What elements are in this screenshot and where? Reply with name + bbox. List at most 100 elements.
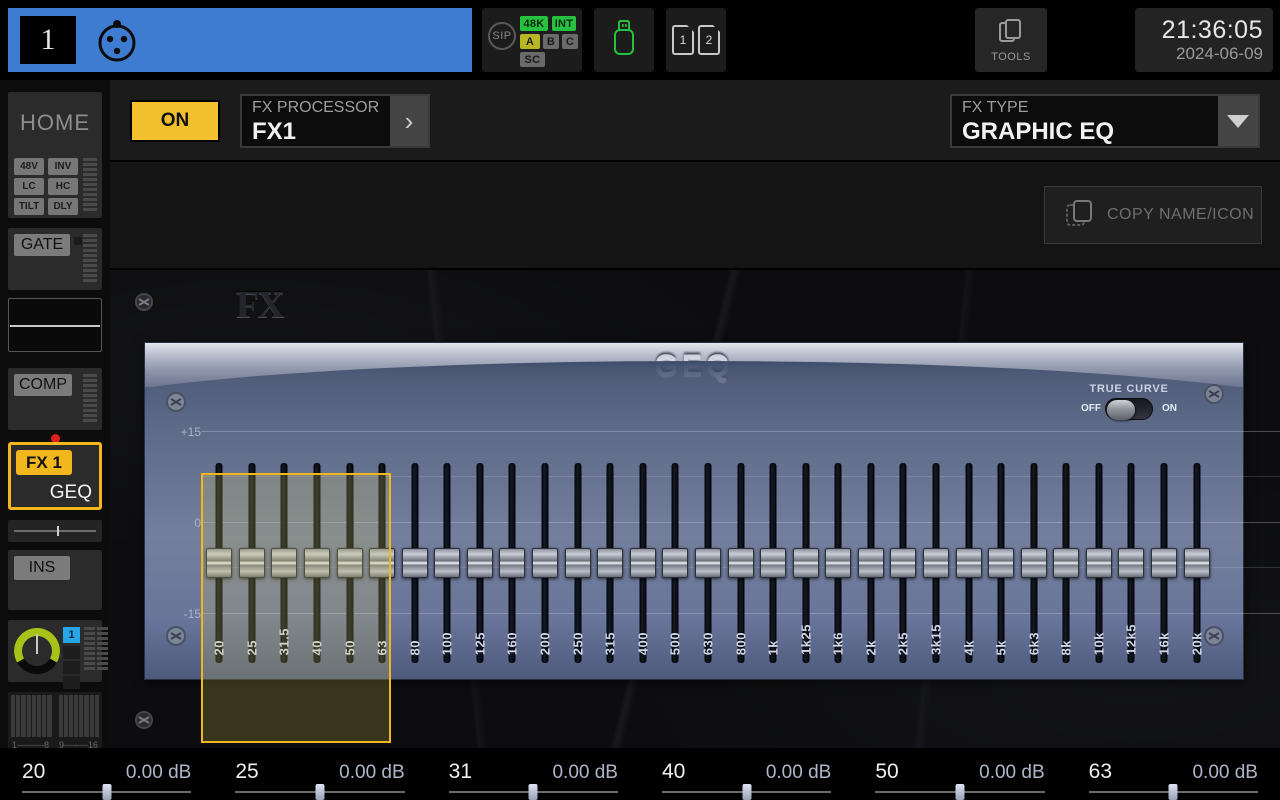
band-control-handle[interactable] — [742, 784, 751, 800]
sidebar-item-home[interactable]: HOME — [8, 92, 102, 154]
geq-band-16k[interactable]: 16k — [1148, 401, 1181, 653]
copy-name-icon-button[interactable]: COPY NAME/ICON — [1044, 186, 1262, 244]
geq-band-1k[interactable]: 1k — [757, 401, 790, 653]
geq-band-4k[interactable]: 4k — [952, 401, 985, 653]
badge-c[interactable]: C — [562, 34, 578, 49]
sip-indicator[interactable]: SIP — [488, 22, 516, 50]
band-control-handle[interactable] — [315, 784, 324, 800]
fx-type-dropdown[interactable]: FX TYPE GRAPHIC EQ — [950, 94, 1260, 148]
geq-band-400[interactable]: 400 — [627, 401, 660, 653]
fader-cap[interactable] — [206, 548, 232, 578]
fader-cap[interactable] — [728, 548, 754, 578]
geq-band-6k3[interactable]: 6k3 — [1017, 401, 1050, 653]
fx-processor-selector[interactable]: FX PROCESSOR FX1 › — [240, 94, 430, 148]
band-control-31[interactable]: 310.00 dB — [427, 748, 640, 800]
sidebar-item-preamp[interactable]: 48V INV LC HC TILT DLY — [8, 152, 102, 218]
geq-band-20k[interactable]: 20k — [1180, 401, 1213, 653]
band-control-handle[interactable] — [955, 784, 964, 800]
sidebar-item-gate[interactable]: GATE — [8, 228, 102, 290]
geq-band-12k5[interactable]: 12k5 — [1115, 401, 1148, 653]
band-control-handle[interactable] — [529, 784, 538, 800]
geq-band-80[interactable]: 80 — [398, 401, 431, 653]
sidebar-item-eq-curve[interactable] — [8, 298, 102, 352]
badge-sc[interactable]: SC — [520, 52, 545, 67]
geq-band-31.5[interactable]: 31.5 — [268, 401, 301, 653]
sidebar-item-insert[interactable]: INS — [8, 550, 102, 610]
geq-band-8k[interactable]: 8k — [1050, 401, 1083, 653]
fader-cap[interactable] — [923, 548, 949, 578]
geq-band-2k[interactable]: 2k — [855, 401, 888, 653]
fader-cap[interactable] — [499, 548, 525, 578]
channel-strip-header[interactable]: 1 — [8, 8, 472, 72]
fader-cap[interactable] — [890, 548, 916, 578]
bus-badge-1[interactable]: 1 — [63, 627, 80, 643]
geq-band-50[interactable]: 50 — [333, 401, 366, 653]
fader-cap[interactable] — [1118, 548, 1144, 578]
sidebar-item-comp[interactable]: COMP — [8, 368, 102, 430]
geq-band-630[interactable]: 630 — [692, 401, 725, 653]
fader-cap[interactable] — [760, 548, 786, 578]
geq-band-500[interactable]: 500 — [659, 401, 692, 653]
badge-48k[interactable]: 48K — [520, 16, 548, 31]
fader-cap[interactable] — [825, 548, 851, 578]
geq-band-63[interactable]: 63 — [366, 401, 399, 653]
geq-band-100[interactable]: 100 — [431, 401, 464, 653]
preamp-lc-button[interactable]: LC — [14, 178, 44, 195]
badge-int[interactable]: INT — [552, 16, 576, 31]
geq-band-25[interactable]: 25 — [236, 401, 269, 653]
geq-band-20[interactable]: 20 — [203, 401, 236, 653]
geq-band-3k15[interactable]: 3k15 — [920, 401, 953, 653]
band-control-handle[interactable] — [1169, 784, 1178, 800]
geq-band-1k25[interactable]: 1k25 — [789, 401, 822, 653]
geq-band-40[interactable]: 40 — [301, 401, 334, 653]
sidebar-item-fx1[interactable]: FX 1 GEQ — [8, 442, 102, 510]
sidebar-item-level[interactable]: 1 — [8, 620, 102, 682]
fader-cap[interactable] — [597, 548, 623, 578]
usb-panel[interactable] — [594, 8, 654, 72]
band-control-40[interactable]: 400.00 dB — [640, 748, 853, 800]
preamp-hc-button[interactable]: HC — [48, 178, 78, 195]
sidebar-item-bus-grid[interactable]: 1---------8 9--------16 — [8, 692, 102, 752]
fader-cap[interactable] — [467, 548, 493, 578]
preamp-dly-button[interactable]: DLY — [48, 198, 78, 215]
geq-band-250[interactable]: 250 — [561, 401, 594, 653]
geq-band-315[interactable]: 315 — [594, 401, 627, 653]
chevron-down-icon[interactable] — [1218, 96, 1258, 146]
pan-slider[interactable] — [8, 520, 102, 542]
geq-band-125[interactable]: 125 — [464, 401, 497, 653]
geq-band-5k[interactable]: 5k — [985, 401, 1018, 653]
bus-slot-2[interactable] — [63, 646, 80, 659]
status-panel[interactable]: SIP 48K INT A B C SC — [482, 8, 582, 72]
level-knob[interactable] — [14, 628, 60, 674]
fader-cap[interactable] — [1021, 548, 1047, 578]
fader-cap[interactable] — [532, 548, 558, 578]
fader-cap[interactable] — [565, 548, 591, 578]
fader-cap[interactable] — [630, 548, 656, 578]
tools-button[interactable]: TOOLS — [975, 8, 1047, 72]
geq-fader-bank[interactable]: 202531.540506380100125160200250315400500… — [203, 401, 1213, 653]
fx-on-button[interactable]: ON — [130, 100, 220, 142]
band-control-20[interactable]: 200.00 dB — [0, 748, 213, 800]
fader-cap[interactable] — [239, 548, 265, 578]
geq-band-2k5[interactable]: 2k5 — [887, 401, 920, 653]
badge-a[interactable]: A — [520, 34, 540, 49]
geq-band-160[interactable]: 160 — [496, 401, 529, 653]
bus-slot-4[interactable] — [63, 676, 80, 689]
geq-band-200[interactable]: 200 — [529, 401, 562, 653]
fader-cap[interactable] — [858, 548, 884, 578]
fader-cap[interactable] — [956, 548, 982, 578]
clock-panel[interactable]: 21:36:05 2024-06-09 — [1135, 8, 1273, 72]
band-control-50[interactable]: 500.00 dB — [853, 748, 1066, 800]
sd-card-1-icon[interactable]: 1 — [672, 25, 694, 55]
bus-slot-3[interactable] — [63, 661, 80, 674]
fader-cap[interactable] — [304, 548, 330, 578]
preamp-48v-button[interactable]: 48V — [14, 158, 44, 175]
fader-cap[interactable] — [369, 548, 395, 578]
fader-cap[interactable] — [271, 548, 297, 578]
fader-cap[interactable] — [988, 548, 1014, 578]
fader-cap[interactable] — [793, 548, 819, 578]
fader-cap[interactable] — [1151, 548, 1177, 578]
band-control-25[interactable]: 250.00 dB — [213, 748, 426, 800]
geq-band-10k[interactable]: 10k — [1083, 401, 1116, 653]
fader-cap[interactable] — [434, 548, 460, 578]
